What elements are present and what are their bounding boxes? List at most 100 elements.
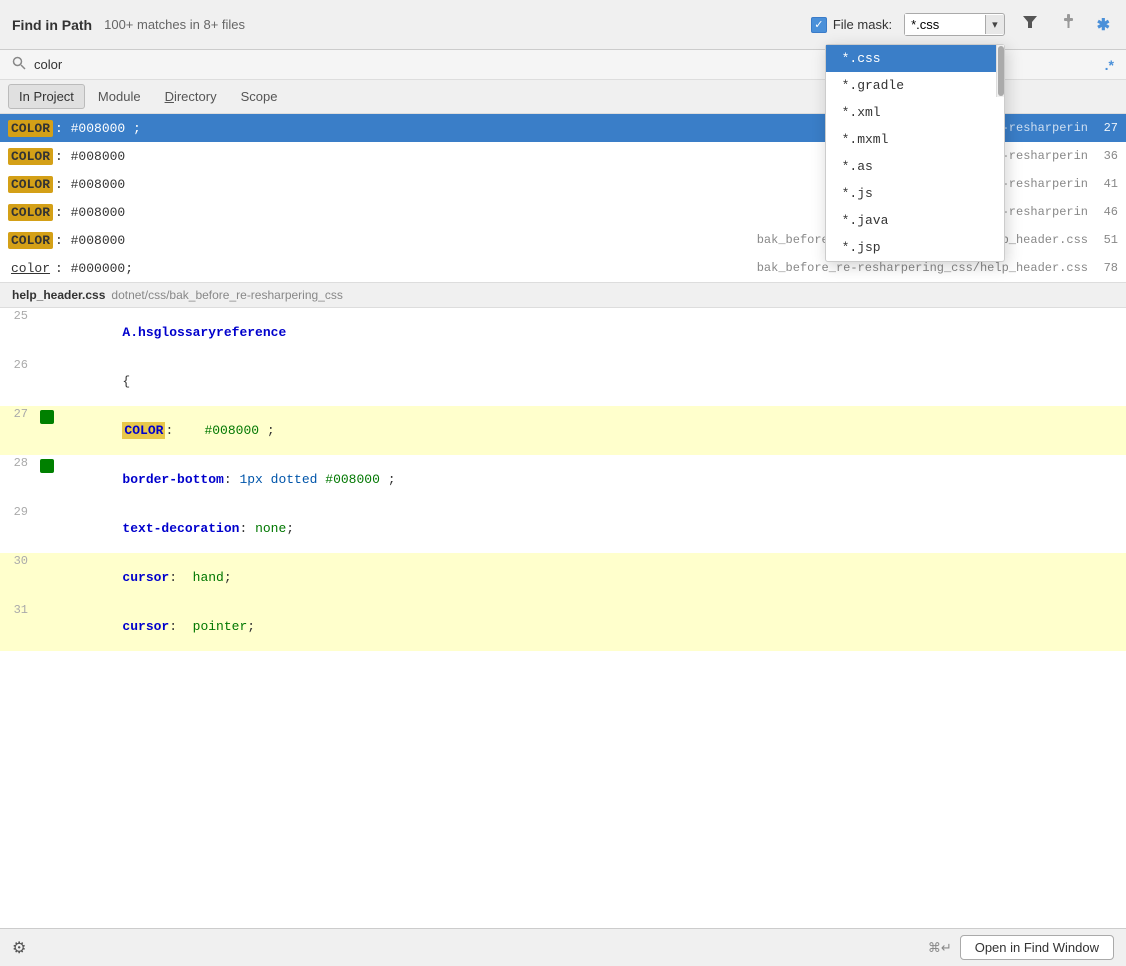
code-token: : bbox=[239, 521, 255, 536]
filter-button[interactable] bbox=[1017, 9, 1043, 40]
result-keyword: COLOR bbox=[8, 204, 53, 221]
code-line-25: 25 A.hsglossaryreference bbox=[0, 308, 1126, 357]
pin-button[interactable] bbox=[1055, 9, 1081, 40]
result-line-num: 41 bbox=[1094, 177, 1118, 191]
dropdown-item-gradle[interactable]: *.gradle bbox=[826, 72, 996, 99]
asterisk-button[interactable]: ✱ bbox=[1093, 11, 1114, 39]
code-token: ; bbox=[224, 570, 232, 585]
code-token: pointer bbox=[193, 619, 248, 634]
result-line-num: 78 bbox=[1094, 261, 1118, 275]
code-token: A.hsglossaryreference bbox=[122, 325, 286, 340]
dropdown-item-as[interactable]: *.as bbox=[826, 153, 996, 180]
tab-scope[interactable]: Scope bbox=[230, 84, 289, 109]
code-content: border-bottom: 1px dotted #008000 ; bbox=[60, 456, 1126, 503]
file-path: dotnet/css/bak_before_re-resharpering_cs… bbox=[111, 288, 342, 302]
settings-button[interactable]: ⚙ bbox=[12, 938, 26, 958]
code-token-color-keyword: COLOR bbox=[122, 422, 165, 439]
code-token: : bbox=[165, 423, 204, 438]
dropdown-item-java[interactable]: *.java bbox=[826, 207, 996, 234]
line-number: 25 bbox=[0, 309, 40, 323]
file-mask-dropdown: *.css *.gradle *.xml *.mxml *.as *.js *.… bbox=[825, 44, 1005, 262]
pin-icon bbox=[1059, 13, 1077, 31]
code-token: ; bbox=[259, 423, 275, 438]
file-name: help_header.css bbox=[12, 288, 105, 302]
code-token: ; bbox=[380, 472, 396, 487]
dropdown-scrollbar-thumb bbox=[998, 46, 1004, 96]
tab-directory[interactable]: Directory bbox=[154, 84, 228, 109]
panel-title: Find in Path bbox=[12, 17, 92, 33]
code-line-31: 31 cursor: pointer; bbox=[0, 602, 1126, 651]
code-content: COLOR: #008000 ; bbox=[60, 407, 1126, 454]
code-line-30: 30 cursor: hand; bbox=[0, 553, 1126, 602]
dropdown-item-css[interactable]: *.css bbox=[826, 45, 996, 72]
file-mask-checkbox[interactable]: ✓ bbox=[811, 17, 827, 33]
dropdown-list: *.css *.gradle *.xml *.mxml *.as *.js *.… bbox=[826, 45, 996, 261]
result-line-num: 36 bbox=[1094, 149, 1118, 163]
result-keyword: COLOR bbox=[8, 148, 53, 165]
filter-icon bbox=[1021, 13, 1039, 31]
line-number: 31 bbox=[0, 603, 40, 617]
line-number: 30 bbox=[0, 554, 40, 568]
file-mask-label: ✓ File mask: bbox=[811, 17, 892, 33]
tab-in-project[interactable]: In Project bbox=[8, 84, 85, 109]
dropdown-scrollbar[interactable] bbox=[996, 45, 1004, 97]
result-value: : #008000 bbox=[55, 205, 125, 220]
code-token: #008000 bbox=[204, 423, 259, 438]
code-line-27: 27 COLOR: #008000 ; bbox=[0, 406, 1126, 455]
file-mask-input-group: ▾ *.css *.gradle *.xml *.mxml *.as *.js … bbox=[904, 13, 1005, 36]
code-token: hand bbox=[193, 570, 224, 585]
code-content: cursor: pointer; bbox=[60, 603, 1126, 650]
code-token: ; bbox=[247, 619, 255, 634]
code-content: cursor: hand; bbox=[60, 554, 1126, 601]
open-find-window-button[interactable]: Open in Find Window bbox=[960, 935, 1114, 960]
result-value: : #008000 bbox=[55, 233, 125, 248]
code-token: cursor bbox=[122, 570, 169, 585]
file-mask-input[interactable] bbox=[905, 14, 985, 35]
result-keyword: COLOR bbox=[8, 232, 53, 249]
code-token: : bbox=[169, 619, 192, 634]
code-content: { bbox=[60, 358, 1126, 405]
code-view: 25 A.hsglossaryreference 26 { 27 COLOR: … bbox=[0, 308, 1126, 928]
result-keyword: color bbox=[8, 260, 53, 277]
result-line-num: 46 bbox=[1094, 205, 1118, 219]
dropdown-item-js[interactable]: *.js bbox=[826, 180, 996, 207]
file-info-bar: help_header.css dotnet/css/bak_before_re… bbox=[0, 282, 1126, 308]
shortcut-hint: ⌘↵ bbox=[928, 940, 952, 956]
dropdown-item-mxml[interactable]: *.mxml bbox=[826, 126, 996, 153]
result-value: : #008000 ; bbox=[55, 121, 141, 136]
code-content: text-decoration: none; bbox=[60, 505, 1126, 552]
result-keyword: COLOR bbox=[8, 120, 53, 137]
search-icon bbox=[12, 56, 26, 73]
code-token: cursor bbox=[122, 619, 169, 634]
code-token: none bbox=[255, 521, 286, 536]
result-keyword: COLOR bbox=[8, 176, 53, 193]
dropdown-item-jsp[interactable]: *.jsp bbox=[826, 234, 996, 261]
line-number: 26 bbox=[0, 358, 40, 372]
code-token: { bbox=[122, 374, 130, 389]
footer-bar: ⚙ ⌘↵ Open in Find Window bbox=[0, 928, 1126, 966]
result-path: bak_before_re-resharpering_css/help_head… bbox=[757, 261, 1088, 275]
color-swatch-dot[interactable] bbox=[40, 410, 54, 424]
color-swatch-dot[interactable] bbox=[40, 459, 54, 473]
regex-button[interactable]: .* bbox=[1105, 57, 1114, 73]
result-line-num: 51 bbox=[1094, 233, 1118, 247]
match-count: 100+ matches in 8+ files bbox=[104, 17, 245, 32]
code-token: : bbox=[169, 570, 192, 585]
code-token: : bbox=[224, 472, 240, 487]
dropdown-item-xml[interactable]: *.xml bbox=[826, 99, 996, 126]
line-number: 27 bbox=[0, 407, 40, 421]
result-line-num: 27 bbox=[1094, 121, 1118, 135]
code-token: 1px dotted bbox=[239, 472, 317, 487]
code-token: border-bottom bbox=[122, 472, 223, 487]
result-value: : #008000 bbox=[55, 177, 125, 192]
line-number: 28 bbox=[0, 456, 40, 470]
code-token: ; bbox=[286, 521, 294, 536]
line-number: 29 bbox=[0, 505, 40, 519]
code-content: A.hsglossaryreference bbox=[60, 309, 1126, 356]
code-token: #008000 bbox=[325, 472, 380, 487]
find-in-path-panel: Find in Path 100+ matches in 8+ files ✓ … bbox=[0, 0, 1126, 966]
file-mask-dropdown-btn[interactable]: ▾ bbox=[985, 15, 1004, 34]
tab-module[interactable]: Module bbox=[87, 84, 152, 109]
code-token: text-decoration bbox=[122, 521, 239, 536]
code-line-26: 26 { bbox=[0, 357, 1126, 406]
